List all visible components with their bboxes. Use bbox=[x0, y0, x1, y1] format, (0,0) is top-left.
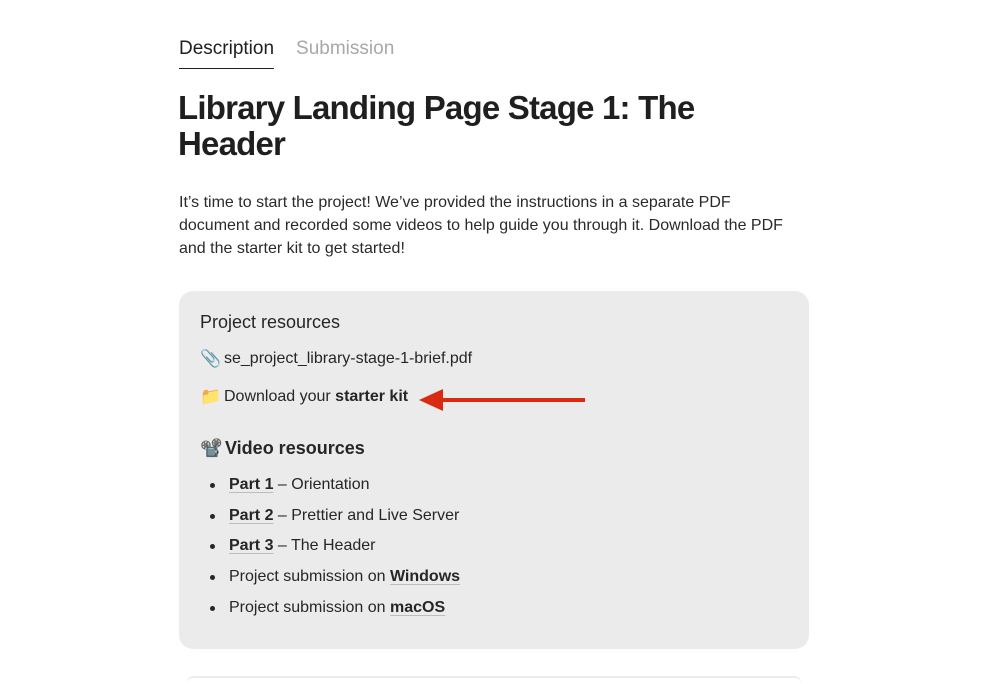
video-part-1-desc: – Orientation bbox=[273, 476, 370, 493]
list-item: Part 3 – The Header bbox=[200, 535, 460, 566]
brief-pdf-link[interactable]: se_project_library-stage-1-brief.pdf bbox=[224, 348, 472, 370]
bullet-icon bbox=[210, 605, 215, 611]
page-title: Library Landing Page Stage 1: The Header bbox=[178, 89, 695, 162]
list-item: Part 1 – Orientation bbox=[200, 474, 460, 505]
tab-submission[interactable]: Submission bbox=[296, 36, 394, 69]
starter-kit-link[interactable]: starter kit bbox=[335, 386, 408, 408]
starter-kit-prefix: Download your bbox=[224, 388, 336, 405]
submission-windows-link[interactable]: Windows bbox=[390, 568, 460, 585]
bullet-icon bbox=[210, 513, 215, 519]
intro-paragraph: It’s time to start the project! We’ve pr… bbox=[179, 194, 783, 257]
project-resources-heading: Project resources bbox=[200, 312, 341, 332]
red-arrow-annotation bbox=[419, 389, 585, 411]
video-part-2-link[interactable]: Part 2 bbox=[229, 507, 273, 524]
submission-windows-prefix: Project submission on bbox=[229, 568, 390, 586]
list-item: Part 2 – Prettier and Live Server bbox=[200, 505, 460, 536]
list-item: Project submission on macOS bbox=[200, 597, 460, 628]
tab-bar: Description Submission bbox=[179, 36, 394, 69]
starter-kit-row: 📁 Download your starter kit bbox=[200, 386, 408, 408]
video-resources-label: Video resources bbox=[225, 438, 365, 458]
tab-description[interactable]: Description bbox=[179, 36, 275, 69]
bullet-icon bbox=[210, 483, 215, 488]
paperclip-icon: 📎 bbox=[200, 349, 222, 368]
list-item: Project submission on Windows bbox=[200, 566, 460, 597]
project-resources-panel: Project resources 📎 se_project_library-s… bbox=[179, 291, 809, 649]
submission-macos-prefix: Project submission on bbox=[229, 598, 390, 616]
video-resources-heading: 📽️ Video resources bbox=[200, 436, 365, 460]
video-part-1-link[interactable]: Part 1 bbox=[229, 476, 273, 493]
video-part-3-desc: – The Header bbox=[273, 537, 376, 555]
folder-icon: 📁 bbox=[200, 387, 222, 406]
video-list: Part 1 – Orientation Part 2 – Prettier a… bbox=[200, 474, 460, 627]
bullet-icon bbox=[210, 544, 215, 550]
video-part-3-link[interactable]: Part 3 bbox=[229, 537, 273, 554]
arrow-head bbox=[419, 389, 443, 411]
submission-macos-link[interactable]: macOS bbox=[390, 599, 445, 616]
film-projector-icon: 📽️ bbox=[200, 438, 223, 458]
next-panel-edge bbox=[186, 676, 802, 684]
video-part-2-desc: – Prettier and Live Server bbox=[273, 506, 460, 524]
bullet-icon bbox=[210, 575, 215, 581]
brief-pdf-row: 📎 se_project_library-stage-1-brief.pdf bbox=[200, 348, 472, 370]
